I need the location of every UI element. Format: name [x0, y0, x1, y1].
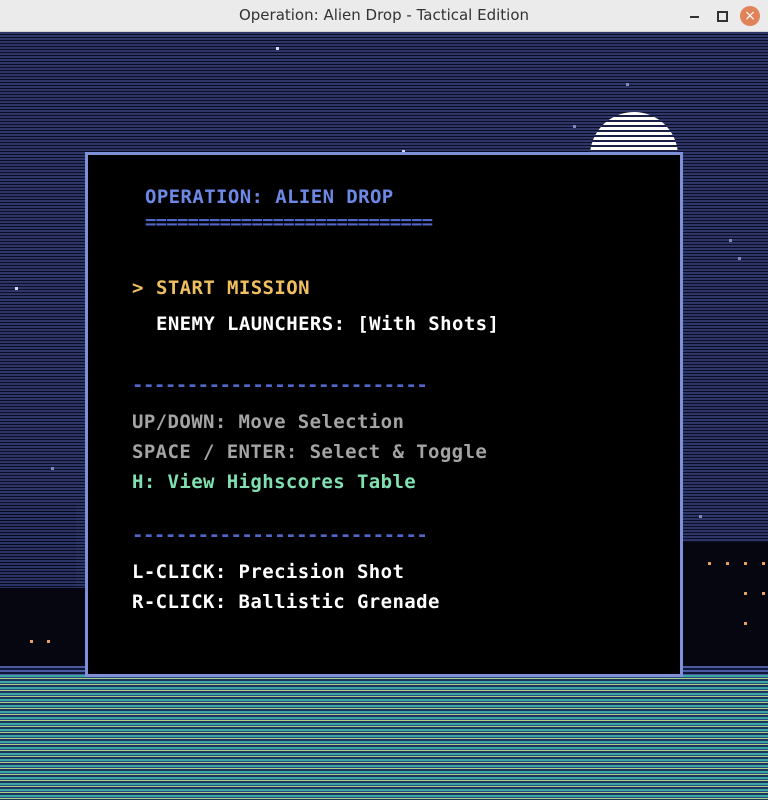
- view-highscores-option[interactable]: H: View Highscores Table: [132, 471, 416, 493]
- star: [15, 287, 18, 290]
- star: [729, 239, 732, 242]
- separator: ---------------------------: [132, 374, 428, 396]
- close-icon: ×: [740, 6, 760, 26]
- help-select-toggle: SPACE / ENTER: Select & Toggle: [132, 441, 488, 463]
- minimize-icon: [689, 16, 699, 18]
- separator: ---------------------------: [132, 524, 428, 546]
- enemy-launchers-option[interactable]: ENEMY LAUNCHERS: [With Shots]: [156, 313, 499, 335]
- selection-cursor: >: [132, 277, 144, 299]
- minimize-button[interactable]: [680, 0, 708, 32]
- building: [0, 503, 76, 588]
- building-window: [762, 592, 765, 595]
- menu-title: OPERATION: ALIEN DROP: [145, 186, 394, 208]
- star: [573, 125, 576, 128]
- close-button[interactable]: ×: [736, 0, 764, 32]
- building-window: [30, 640, 33, 643]
- building: [0, 588, 88, 668]
- title-underline: ===========================: [145, 211, 433, 233]
- star: [738, 257, 741, 260]
- star: [699, 515, 702, 518]
- building-window: [708, 562, 711, 565]
- game-canvas[interactable]: OPERATION: ALIEN DROP ==================…: [0, 32, 768, 800]
- start-mission-option[interactable]: START MISSION: [156, 277, 310, 299]
- main-menu-panel: OPERATION: ALIEN DROP ==================…: [85, 152, 683, 677]
- star: [626, 83, 629, 86]
- window-titlebar: Operation: Alien Drop - Tactical Edition…: [0, 0, 768, 32]
- building-window: [744, 562, 747, 565]
- building: [682, 542, 768, 668]
- control-ballistic-grenade: R-CLICK: Ballistic Grenade: [132, 591, 440, 613]
- star: [276, 47, 279, 50]
- star: [51, 467, 54, 470]
- maximize-button[interactable]: [708, 0, 736, 32]
- window-title: Operation: Alien Drop - Tactical Edition: [238, 6, 530, 24]
- control-precision-shot: L-CLICK: Precision Shot: [132, 561, 405, 583]
- building-window: [762, 562, 765, 565]
- maximize-icon: [716, 10, 728, 22]
- help-move-selection: UP/DOWN: Move Selection: [132, 411, 405, 433]
- building-window: [726, 562, 729, 565]
- building-window: [744, 592, 747, 595]
- building-window: [744, 622, 747, 625]
- building-window: [47, 640, 50, 643]
- ground: [0, 675, 768, 800]
